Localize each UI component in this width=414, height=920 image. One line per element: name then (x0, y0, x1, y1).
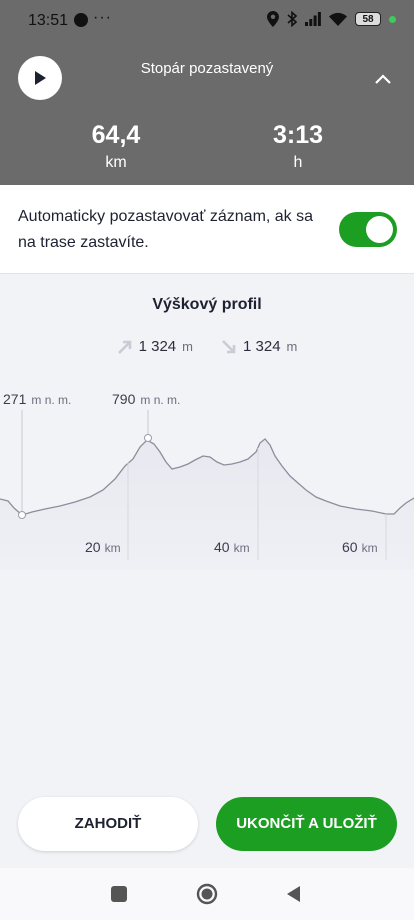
descent-arrow-icon (222, 339, 236, 353)
x-tick-40-value: 40 (214, 539, 230, 555)
back-button[interactable] (282, 882, 306, 906)
status-time: 13:51 (28, 12, 69, 29)
ascent-item: 1 324 m (117, 338, 193, 355)
distance-unit: km (105, 154, 127, 171)
back-icon (287, 886, 300, 902)
more-notifications-icon: ··· (93, 9, 112, 26)
distance-value: 64,4 (91, 121, 141, 149)
ascent-arrow-icon (117, 340, 131, 354)
home-icon (196, 883, 218, 905)
auto-pause-toggle[interactable] (339, 212, 397, 247)
ascent-descent-summary: 1 324 m 1 324 m (0, 338, 414, 355)
min-elevation-unit: m n. m. (31, 393, 71, 407)
min-elevation-point (18, 511, 26, 519)
x-tick-20-value: 20 (85, 539, 101, 555)
min-elevation-value: 271 (3, 391, 27, 407)
duration-stat: 3:13 h (228, 120, 368, 176)
elevation-profile-title: Výškový profil (152, 296, 262, 313)
bluetooth-icon (287, 11, 297, 27)
x-tick-40-unit: km (234, 541, 250, 555)
svg-text:271m n. m.: 271 m n. m. (3, 391, 71, 407)
discard-button[interactable]: ZAHODIŤ (18, 797, 198, 851)
auto-pause-label: Automaticky pozastavovať záznam, ak sa n… (18, 208, 314, 251)
duration-unit: h (293, 154, 303, 171)
descent-value: 1 324 (243, 338, 281, 355)
battery-icon: 58 (355, 12, 381, 26)
wifi-icon (329, 12, 347, 26)
privacy-indicator-icon (389, 15, 396, 23)
recents-icon (111, 886, 127, 902)
home-button[interactable] (195, 882, 219, 906)
descent-item: 1 324 m (221, 338, 297, 355)
status-bar: 13:51 ··· 58 (0, 0, 414, 42)
x-tick-60-value: 60 (342, 539, 358, 555)
system-nav-bar (0, 868, 414, 920)
distance-stat: 64,4 km (46, 120, 186, 176)
x-tick-20-unit: km (105, 541, 121, 555)
tracker-status-title: Stopár pozastavený (140, 60, 274, 77)
location-icon (267, 11, 279, 27)
chevron-up-icon (375, 74, 391, 84)
duration-value: 3:13 (272, 121, 324, 149)
max-elevation-unit: m n. m. (140, 393, 180, 407)
x-tick-60-unit: km (362, 541, 378, 555)
max-elevation-point (144, 434, 152, 442)
recents-button[interactable] (107, 882, 131, 906)
elevation-chart: 271 m n. m. 790 m n. m. 20 km 40 km 60 km (0, 391, 414, 570)
status-icons: 58 (267, 11, 396, 27)
messenger-icon (74, 13, 88, 27)
finish-and-save-button[interactable]: UKONČIŤ A ULOŽIŤ (216, 797, 397, 851)
tracker-header: 13:51 ··· 58 Stopár pozastavený 64,4 km … (0, 0, 414, 185)
descent-unit: m (286, 339, 298, 354)
ascent-unit: m (182, 339, 193, 354)
signal-icon (305, 12, 321, 26)
collapse-button[interactable] (370, 66, 396, 92)
ascent-value: 1 324 (138, 338, 177, 355)
max-elevation-value: 790 (112, 391, 136, 407)
svg-text:790m n. m.: 790 m n. m. (112, 391, 180, 407)
toggle-knob (366, 216, 393, 243)
